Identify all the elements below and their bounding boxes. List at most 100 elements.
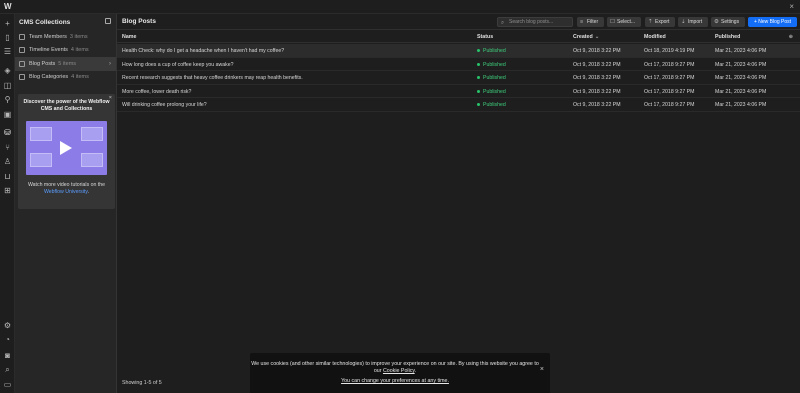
collection-item-blog-posts[interactable]: Blog Posts 5 items › — [15, 57, 116, 71]
collection-item-team-members[interactable]: Team Members 3 items — [15, 30, 116, 44]
table-row[interactable]: More coffee, lower death risk? Published O… — [117, 85, 800, 98]
cell-modified: Oct 18, 2019 4:19 PM — [644, 48, 695, 54]
collection-label: Team Members — [29, 33, 67, 40]
variables-icon[interactable]: ◫ — [3, 81, 12, 90]
navigator-icon[interactable]: ☰ — [3, 47, 12, 56]
cell-status: Published — [477, 62, 506, 68]
column-status[interactable]: Status — [477, 34, 493, 40]
cell-status: Published — [477, 102, 506, 108]
published-dot-icon — [477, 89, 480, 93]
cookie-preferences-wrap: You can change your preferences at any t… — [250, 378, 540, 384]
play-icon[interactable] — [60, 141, 72, 155]
add-column-icon[interactable]: ⊕ — [789, 34, 793, 40]
gear-icon: ⚙ — [714, 19, 719, 25]
promo-text-before: Watch more video tutorials on the — [27, 182, 106, 188]
status-label: Published — [483, 48, 506, 54]
table-row[interactable]: How long does a cup of coffee keep you a… — [117, 58, 800, 71]
apps-icon[interactable]: ⊞ — [3, 186, 12, 195]
cell-published: Mar 21, 2023 4:06 PM — [715, 88, 767, 95]
cms-collections-panel: CMS Collections Team Members 3 items Tim… — [15, 14, 117, 393]
column-published[interactable]: Published — [715, 34, 740, 40]
settings-label: Settings — [721, 19, 740, 25]
select-button[interactable]: ☐ Select... — [607, 17, 641, 27]
cell-created: Oct 9, 2018 3:22 PM — [573, 88, 621, 95]
audit-icon[interactable]: ◔ — [3, 335, 12, 344]
cell-status: Published — [477, 75, 506, 81]
webflow-logo-icon[interactable]: W — [4, 2, 13, 11]
cell-published: Mar 21, 2023 4:06 PM — [715, 48, 767, 54]
cookie-preferences-link[interactable]: You can change your preferences at any t… — [341, 378, 449, 384]
collection-icon — [19, 74, 25, 81]
settings-icon[interactable]: ⚙ — [3, 321, 12, 330]
collection-item-blog-categories[interactable]: Blog Categories 4 items — [15, 71, 116, 85]
status-label: Published — [483, 88, 506, 95]
filter-icon: ≡ — [580, 19, 584, 25]
users-icon[interactable]: ♙ — [3, 157, 12, 166]
add-panel-icon[interactable]: + — [3, 19, 12, 28]
logic-icon[interactable]: ⑂ — [3, 143, 12, 152]
chevron-right-icon: › — [109, 60, 111, 67]
cell-modified: Oct 17, 2018 9:27 PM — [644, 88, 695, 95]
cell-created: Oct 9, 2018 3:22 PM — [573, 48, 621, 54]
column-modified[interactable]: Modified — [644, 34, 666, 40]
left-icon-bar: + ▯ ☰ ◈ ◫ ⚲ ▣ ⛁ ⑂ ♙ ⊔ ⊞ ⚙ ◔ ◙ ⌕ ▭ — [0, 14, 15, 393]
close-icon[interactable]: × — [789, 2, 794, 11]
ecommerce-icon[interactable]: ⊔ — [3, 172, 12, 181]
import-button[interactable]: ⇣ Import — [678, 17, 708, 27]
thumbnail-panel — [30, 153, 52, 167]
cell-published: Mar 21, 2023 4:06 PM — [715, 75, 767, 81]
collection-header: Blog Posts ⌕ Search blog posts... ≡ Filte… — [117, 14, 800, 30]
cookie-prefix: our — [373, 368, 383, 374]
cell-created: Oct 9, 2018 3:22 PM — [573, 102, 621, 108]
collection-label: Blog Posts — [29, 60, 56, 67]
new-blog-post-button[interactable]: + New Blog Post — [748, 17, 797, 27]
column-created[interactable]: Created ⌄ — [573, 34, 599, 40]
style-selectors-icon[interactable]: ⚲ — [3, 95, 12, 104]
table-row[interactable]: Will drinking coffee prolong your life? P… — [117, 98, 800, 112]
status-label: Published — [483, 102, 506, 108]
cell-status: Published — [477, 89, 506, 95]
select-icon: ☐ — [610, 19, 615, 25]
export-button[interactable]: ⇡ Export — [645, 17, 675, 27]
column-name[interactable]: Name — [122, 34, 136, 40]
collection-label: Blog Categories — [29, 74, 69, 81]
collection-count: 5 items — [58, 60, 77, 67]
import-icon: ⇣ — [681, 19, 686, 25]
cell-name: More coffee, lower death risk? — [122, 88, 192, 95]
collection-icon — [19, 47, 25, 54]
table-header: Name Status Created ⌄ Modified Published … — [117, 31, 800, 43]
filter-label: Filter — [587, 19, 599, 25]
cms-icon[interactable]: ⛁ — [0, 126, 15, 139]
close-cookie-icon[interactable]: × — [540, 366, 544, 373]
top-bar: W × — [0, 0, 800, 14]
search-icon[interactable]: ⌕ — [3, 365, 12, 374]
assets-icon[interactable]: ▣ — [3, 110, 12, 119]
promo-text-after: . — [87, 189, 90, 195]
record-icon[interactable]: ◙ — [3, 351, 12, 360]
table-row[interactable]: Health Check: why do I get a headache wh… — [117, 44, 800, 58]
column-created-label: Created — [573, 34, 593, 40]
cookie-policy-link[interactable]: Cookie Policy — [383, 368, 415, 374]
status-label: Published — [483, 61, 506, 68]
cell-name: Will drinking coffee prolong your life? — [122, 102, 207, 108]
export-icon: ⇡ — [648, 19, 653, 25]
collection-item-timeline-events[interactable]: Timeline Events 4 items — [15, 44, 116, 58]
panel-title: CMS Collections — [19, 18, 71, 26]
collection-label: Timeline Events — [29, 47, 68, 54]
pagination-status: Showing 1-5 of 5 — [122, 380, 162, 386]
cookie-banner: We use cookies (and other similar techno… — [250, 353, 550, 393]
cell-modified: Oct 17, 2018 9:27 PM — [644, 102, 695, 108]
settings-button[interactable]: ⚙ Settings — [711, 17, 745, 27]
table-row[interactable]: Recent research suggests that heavy coff… — [117, 71, 800, 85]
published-dot-icon — [477, 62, 480, 66]
collapse-panel-icon[interactable] — [105, 18, 111, 24]
video-thumbnail[interactable] — [26, 121, 107, 175]
filter-button[interactable]: ≡ Filter — [577, 17, 604, 27]
video-tutorials-icon[interactable]: ▭ — [3, 380, 12, 389]
components-icon[interactable]: ◈ — [3, 66, 12, 75]
webflow-university-link[interactable]: Webflow University — [44, 189, 88, 195]
search-input[interactable]: ⌕ Search blog posts... — [497, 17, 573, 27]
pages-icon[interactable]: ▯ — [3, 33, 12, 42]
cell-created: Oct 9, 2018 3:22 PM — [573, 75, 621, 81]
published-dot-icon — [477, 103, 480, 107]
